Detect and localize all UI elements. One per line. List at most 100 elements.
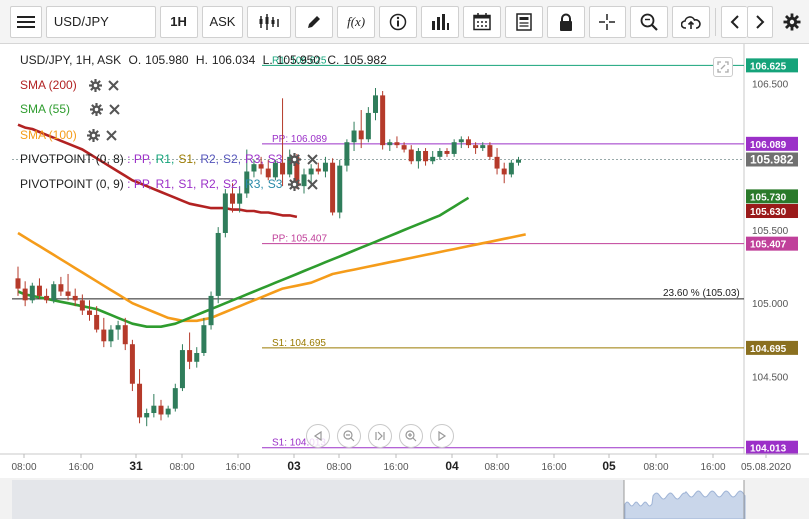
zoom-in-button[interactable] xyxy=(399,424,423,448)
candle-body xyxy=(172,388,178,409)
pivot-level-label: S1: 104.695 xyxy=(272,338,326,349)
draw-tools-button[interactable] xyxy=(295,5,334,38)
ohlc-open: 105.980 xyxy=(145,53,189,67)
close-icon[interactable] xyxy=(109,103,120,115)
ohlc-readout: USD/JPY, 1H, ASK O. 105.980 H. 106.034 L. 1… xyxy=(20,53,391,67)
pivot-level-label: PP: 106.089 xyxy=(272,134,327,145)
gear-icon[interactable] xyxy=(288,177,302,191)
scroll-back-button[interactable] xyxy=(306,424,330,448)
price-tag-label: 104.013 xyxy=(750,444,787,455)
close-icon[interactable] xyxy=(105,129,117,141)
zoom-out-button[interactable] xyxy=(337,424,361,448)
volume-button[interactable] xyxy=(420,5,459,38)
price-tag-label: 105.982 xyxy=(750,152,794,166)
x-tick-label: 08:00 xyxy=(484,462,509,473)
pivot-item: R3, xyxy=(245,152,264,166)
candle-body xyxy=(487,145,493,157)
x-tick-label: 05.08.2020 xyxy=(741,462,791,473)
ohlc-symbol-info: USD/JPY, 1H, ASK xyxy=(20,53,122,67)
crosshair-button[interactable] xyxy=(588,5,627,38)
x-tick-label: 16:00 xyxy=(383,462,408,473)
news-button[interactable] xyxy=(504,5,543,38)
gear-icon[interactable] xyxy=(88,78,102,92)
legend-pivot-9: PIVOTPOINT (0, 9) : PP, R1, S1, R2, S2, R3, S3 xyxy=(20,177,319,191)
legend-pivot-8-label: PIVOTPOINT (0, 8) xyxy=(20,152,124,166)
x-tick-label: 08:00 xyxy=(11,462,36,473)
candle-body xyxy=(401,145,407,150)
indicators-button[interactable]: f(x) xyxy=(337,5,376,38)
timeframe-dropdown[interactable]: 1H xyxy=(159,5,198,38)
candle-body xyxy=(51,284,57,301)
candle-body xyxy=(387,142,393,146)
close-icon[interactable] xyxy=(107,79,119,91)
navigator-window[interactable] xyxy=(12,480,624,519)
chevron-left-icon xyxy=(730,14,739,29)
zoom-button[interactable] xyxy=(630,5,669,38)
candle-body xyxy=(508,162,514,175)
candle-body xyxy=(437,151,443,157)
menu-button[interactable] xyxy=(10,5,42,38)
cloud-button[interactable] xyxy=(672,5,711,38)
cloud-upload-icon xyxy=(681,15,701,29)
info-button[interactable] xyxy=(379,5,417,38)
formula-label: f(x) xyxy=(347,13,366,29)
candle-body xyxy=(101,329,107,342)
expand-icon xyxy=(717,61,729,73)
maximize-button[interactable] xyxy=(713,57,733,77)
candle-body xyxy=(308,168,314,175)
candle-body xyxy=(451,142,457,154)
calendar-icon xyxy=(473,12,491,30)
pivot-item: S3 xyxy=(267,177,283,191)
gear-icon[interactable] xyxy=(288,152,302,166)
candle-body xyxy=(165,408,171,415)
chart-area[interactable]: 104.500105.000105.500106.000106.500R1: 1… xyxy=(0,44,809,519)
x-tick-label: 08:00 xyxy=(326,462,351,473)
bar-chart-icon xyxy=(431,13,449,30)
toolbar-separator xyxy=(715,7,717,36)
pivot-item: S2, xyxy=(223,177,242,191)
price-chart[interactable]: 104.500105.000105.500106.000106.500R1: 1… xyxy=(0,44,809,519)
scroll-right-button[interactable] xyxy=(747,5,774,38)
x-tick-label: 16:00 xyxy=(541,462,566,473)
close-icon[interactable] xyxy=(307,178,319,190)
gear-icon[interactable] xyxy=(86,128,100,142)
pivot-item: S2, xyxy=(223,152,242,166)
hamburger-icon xyxy=(16,15,35,28)
candle-body xyxy=(151,405,157,414)
zoom-out-icon xyxy=(343,430,355,442)
candle-body xyxy=(144,413,150,418)
scroll-left-button[interactable] xyxy=(721,5,748,38)
gear-icon[interactable] xyxy=(90,102,104,116)
candle-body xyxy=(94,314,100,330)
lock-button[interactable] xyxy=(546,5,585,38)
zoom-icon xyxy=(640,13,659,31)
price-tag-label: 105.407 xyxy=(750,240,787,251)
y-tick-label: 106.500 xyxy=(752,80,789,91)
y-tick-label: 105.000 xyxy=(752,299,789,310)
price-type-dropdown[interactable]: ASK xyxy=(201,5,244,38)
pivot-item: : PP, xyxy=(127,152,152,166)
ohlc-close: 105.982 xyxy=(343,53,387,67)
x-tick-label: 16:00 xyxy=(68,462,93,473)
reset-view-button[interactable] xyxy=(368,424,392,448)
candle-body xyxy=(115,325,121,330)
symbol-selector[interactable]: USD/JPY xyxy=(45,5,156,38)
calendar-button[interactable] xyxy=(462,5,501,38)
legend-sma-200-label: SMA (200) xyxy=(20,78,77,92)
pivot-item: R1, xyxy=(155,152,175,166)
candle-body xyxy=(415,151,421,162)
scroll-forward-button[interactable] xyxy=(430,424,454,448)
candle-body xyxy=(480,145,486,149)
settings-button[interactable] xyxy=(777,6,807,38)
close-icon[interactable] xyxy=(307,153,319,165)
timeframe-label: 1H xyxy=(170,14,187,29)
candle-body xyxy=(58,284,64,292)
pivot-item: S1, xyxy=(178,177,197,191)
candle-body xyxy=(65,291,71,296)
candle-body xyxy=(108,329,114,342)
info-icon xyxy=(389,13,407,30)
ohlc-open-label: O. xyxy=(128,53,142,67)
chart-type-button[interactable] xyxy=(247,5,292,38)
x-tick-label: 05 xyxy=(602,459,616,473)
candle-body xyxy=(237,193,243,204)
